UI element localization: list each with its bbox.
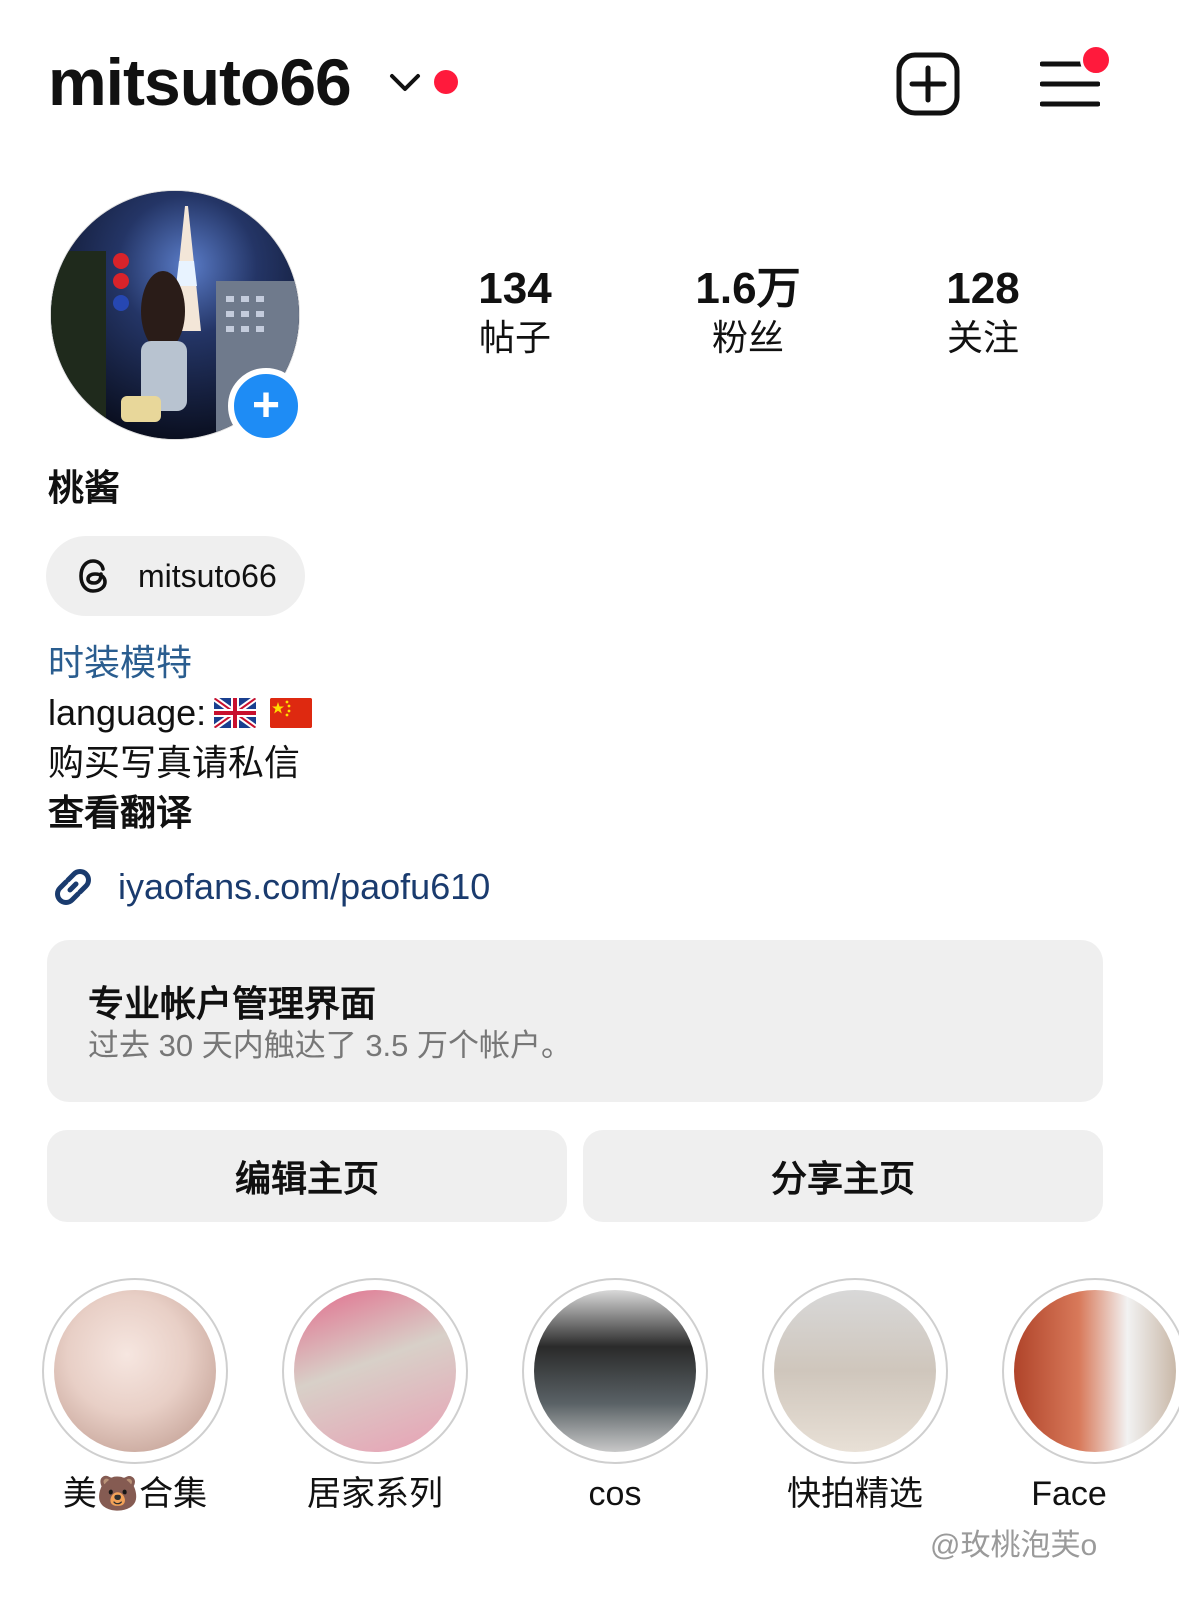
link-icon — [55, 869, 91, 905]
uk-flag-icon — [214, 698, 257, 728]
username-title[interactable]: mitsuto66 — [48, 42, 352, 122]
see-translation-link[interactable]: 查看翻译 — [48, 788, 192, 838]
threads-icon — [79, 559, 107, 593]
chevron-down-icon[interactable] — [388, 70, 422, 94]
create-post-icon[interactable] — [896, 52, 960, 116]
highlight-cover — [774, 1290, 936, 1452]
highlight-cover — [54, 1290, 216, 1452]
menu-notification-dot — [1080, 44, 1112, 76]
highlight-label: 美🐻合集 — [62, 1475, 208, 1513]
stat-following-count: 128 — [946, 264, 1020, 313]
bio-language-label: language: — [48, 692, 207, 733]
dashboard-title: 专业帐户管理界面 — [88, 983, 377, 1024]
external-link-text: iyaofans.com/paofu610 — [118, 866, 491, 907]
dashboard-subtitle: 过去 30 天内触达了 3.5 万个帐户。 — [88, 1028, 573, 1063]
highlight-cover — [534, 1290, 696, 1452]
highlight-label: 快拍精选 — [787, 1475, 923, 1513]
profile-category: 时装模特 — [48, 642, 193, 683]
stat-followers-label: 粉丝 — [711, 317, 784, 358]
highlight-label: Face — [1031, 1475, 1107, 1513]
highlight-item[interactable] — [762, 1278, 948, 1464]
highlight-item[interactable] — [522, 1278, 708, 1464]
highlight-label: cos — [588, 1475, 642, 1513]
stat-followers-count: 1.6万 — [695, 264, 801, 313]
stat-posts-label: 帖子 — [478, 317, 551, 358]
threads-handle: mitsuto66 — [138, 557, 277, 594]
highlight-item[interactable] — [282, 1278, 468, 1464]
notification-dot — [434, 70, 458, 94]
bio-language-line: language: — [48, 688, 313, 738]
highlight-label: 居家系列 — [307, 1475, 443, 1513]
highlight-cover — [294, 1290, 456, 1452]
highlight-cover — [1014, 1290, 1176, 1452]
stat-following-label: 关注 — [946, 317, 1019, 358]
watermark: @玫桃泡芙o — [930, 1529, 1098, 1562]
add-story-button[interactable]: + — [228, 368, 304, 444]
display-name: 桃酱 — [48, 467, 121, 508]
stat-posts-count: 134 — [478, 264, 552, 313]
share-profile-button[interactable]: 分享主页 — [583, 1130, 1103, 1222]
stat-posts[interactable]: 134 帖子 — [415, 262, 615, 360]
china-flag-icon — [270, 698, 313, 728]
edit-profile-button[interactable]: 编辑主页 — [47, 1130, 567, 1222]
external-link[interactable]: iyaofans.com/paofu610 — [48, 862, 490, 912]
highlight-item[interactable] — [1002, 1278, 1179, 1464]
highlight-item[interactable] — [42, 1278, 228, 1464]
bio-text: 购买写真请私信 — [48, 742, 301, 783]
threads-badge[interactable]: mitsuto66 — [46, 536, 305, 616]
stat-following[interactable]: 128 关注 — [883, 262, 1083, 360]
stat-followers[interactable]: 1.6万 粉丝 — [648, 262, 848, 360]
